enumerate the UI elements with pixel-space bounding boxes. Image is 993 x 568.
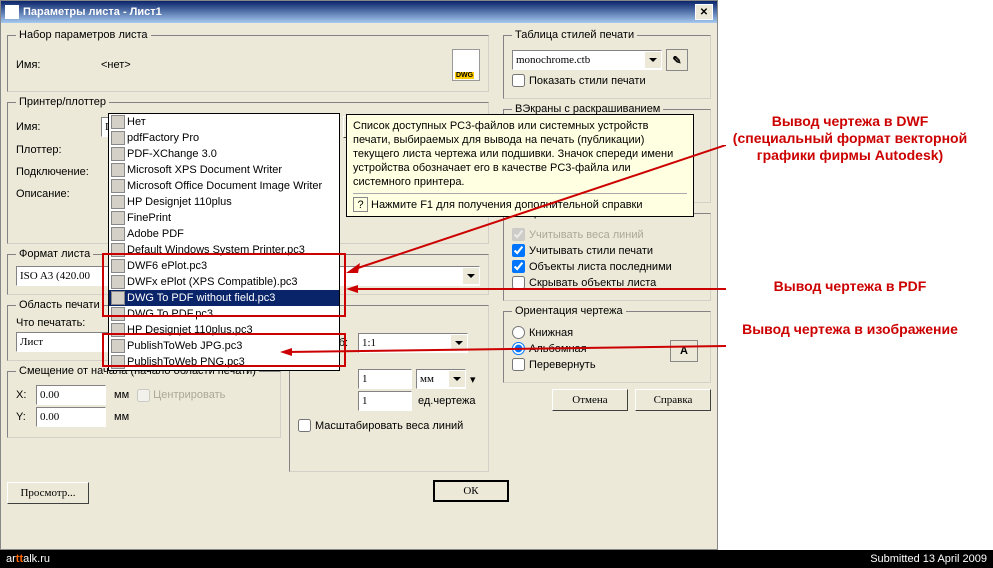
close-button[interactable]: ✕ [695,4,713,20]
annotation-pdf: Вывод чертежа в PDF [720,278,980,295]
scale-weights-checkbox[interactable] [298,419,311,432]
opt4-label: Скрывать объекты листа [529,277,656,289]
opt3-checkbox[interactable] [512,260,525,273]
offset-y-label: Y: [16,411,36,423]
opt3-label: Объекты листа последними [529,261,672,273]
pencil-icon[interactable]: ✎ [666,49,688,71]
scale-weights-label: Масштабировать веса линий [315,420,463,432]
help-icon: ? [353,197,368,212]
pageset-name-value: <нет> [101,59,131,71]
plot-area-legend: Область печати [16,299,103,311]
opt4-checkbox[interactable] [512,276,525,289]
plotter-label: Плоттер: [16,144,101,156]
scale-unit-label: ед.чертежа [418,395,475,407]
landscape-radio[interactable] [512,342,525,355]
orientation-preview-icon: A [670,340,698,362]
tooltip-body: Список доступных PC3-файлов или системны… [353,119,687,189]
landscape-label: Альбомная [529,343,587,355]
connection-label: Подключение: [16,166,101,178]
footer-date: Submitted 13 April 2009 [870,553,987,565]
tooltip-help-text: Нажмите F1 для получения дополнительной … [371,199,643,211]
style-table-select[interactable]: monochrome.ctb [512,50,662,70]
dd-item[interactable]: Нет [109,114,339,130]
offset-x-label: X: [16,389,36,401]
opt1-checkbox [512,228,525,241]
center-checkbox[interactable] [137,389,150,402]
dd-item-selected[interactable]: DWG To PDF without field.pc3 [109,290,339,306]
portrait-label: Книжная [529,327,573,339]
printer-dropdown-list[interactable]: Нет pdfFactory Pro PDF-XChange 3.0 Micro… [108,113,340,371]
page-set-legend: Набор параметров листа [16,29,151,41]
dd-item[interactable]: PublishToWeb PNG.pc3 [109,354,339,370]
scale-den-input[interactable] [358,391,412,411]
printer-legend: Принтер/плоттер [16,96,109,108]
help-tooltip: Список доступных PC3-файлов или системны… [346,114,694,217]
style-table-group: Таблица стилей печати monochrome.ctb ✎ П… [503,29,711,99]
dd-item[interactable]: HP Designjet 110plus [109,194,339,210]
annotation-image: Вывод чертежа в изображение [720,321,980,338]
dd-item[interactable]: Microsoft Office Document Image Writer [109,178,339,194]
footer-logo: arttalk.ru [6,553,870,565]
help-button[interactable]: Справка [635,389,711,411]
show-styles-label: Показать стили печати [529,75,646,87]
opt1-label: Учитывать веса линий [529,229,644,241]
scale-num-input[interactable] [358,369,412,389]
dd-item[interactable]: Microsoft XPS Document Writer [109,162,339,178]
offset-y-mm: мм [114,411,129,423]
paper-size-legend: Формат листа [16,248,93,260]
offset-group: Смещение от начала (начало области печат… [7,365,281,438]
offset-x-input[interactable] [36,385,106,405]
options-group: Опции печати Учитывать веса линий Учитыв… [503,207,711,301]
preview-button[interactable]: Просмотр... [7,482,89,504]
annotation-dwf: Вывод чертежа в DWF (специальный формат … [720,113,980,164]
opt2-label: Учитывать стили печати [529,245,653,257]
orientation-legend: Ориентация чертежа [512,305,626,317]
dd-item[interactable]: DWG To PDF.pc3 [109,306,339,322]
scale-unit-select[interactable]: мм [416,369,466,389]
portrait-radio[interactable] [512,326,525,339]
upside-checkbox[interactable] [512,358,525,371]
dd-item[interactable]: pdfFactory Pro [109,130,339,146]
show-styles-checkbox[interactable] [512,74,525,87]
pageset-name-label: Имя: [16,59,101,71]
dd-item[interactable]: DWFx ePlot (XPS Compatible).pc3 [109,274,339,290]
style-table-legend: Таблица стилей печати [512,29,637,41]
window-title: Параметры листа - Лист1 [23,6,695,18]
opt2-checkbox[interactable] [512,244,525,257]
dd-item[interactable]: Adobe PDF [109,226,339,242]
dd-item[interactable]: Default Windows System Printer.pc3 [109,242,339,258]
cancel-button[interactable]: Отмена [552,389,628,411]
dd-item[interactable]: DWF6 ePlot.pc3 [109,258,339,274]
dd-item[interactable]: PDF-XChange 3.0 [109,146,339,162]
footer-bar: arttalk.ru Submitted 13 April 2009 [0,550,993,568]
offset-y-input[interactable] [36,407,106,427]
orientation-group: Ориентация чертежа Книжная Альбомная Пер… [503,305,711,383]
ok-button[interactable]: ОК [433,480,509,502]
offset-x-mm: мм [114,389,129,401]
titlebar[interactable]: Параметры листа - Лист1 ✕ [1,1,717,23]
annotations-pane: Вывод чертежа в DWF (специальный формат … [720,0,993,550]
dd-item[interactable]: FinePrint [109,210,339,226]
printer-name-label: Имя: [16,121,101,133]
app-icon [5,5,19,19]
scale-select[interactable]: 1:1 [358,333,468,353]
description-label: Описание: [16,188,101,200]
page-set-group: Набор параметров листа Имя: <нет> [7,29,489,92]
upside-label: Перевернуть [529,359,596,371]
center-label: Центрировать [153,389,225,401]
dwg-icon [452,49,480,81]
dd-item[interactable]: PublishToWeb JPG.pc3 [109,338,339,354]
dd-item[interactable]: HP Designjet 110plus.pc3 [109,322,339,338]
